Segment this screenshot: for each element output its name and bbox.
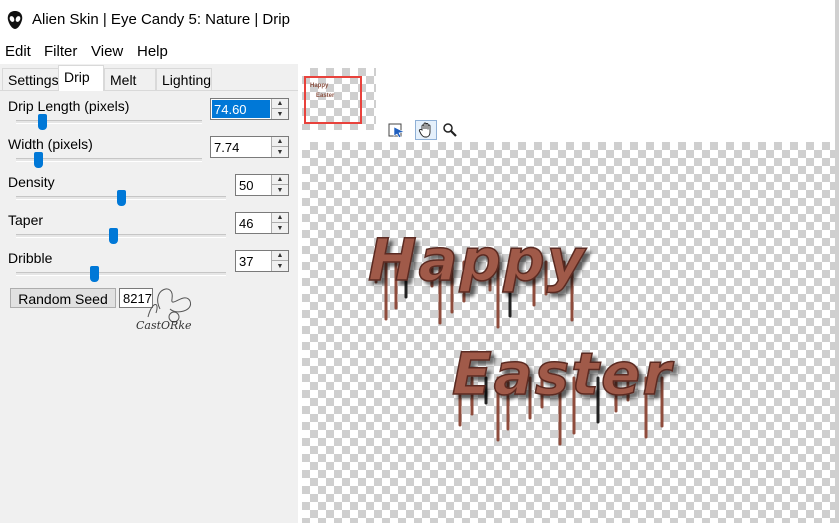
dribble-spinbox[interactable]: ▲ ▼ <box>235 250 289 272</box>
window-right-edge <box>835 0 839 523</box>
dribble-slider-thumb[interactable] <box>89 266 99 282</box>
taper-spinbox[interactable]: ▲ ▼ <box>235 212 289 234</box>
preview-canvas[interactable]: Happy Easter <box>302 142 839 523</box>
width-spinner: ▲ ▼ <box>271 137 288 157</box>
width-label: Width (pixels) <box>8 136 93 152</box>
settings-panel: Settings Drip Melt Lighting Drip Length … <box>0 64 298 523</box>
alien-head-icon <box>7 11 23 29</box>
spin-up-icon[interactable]: ▲ <box>272 99 288 109</box>
tab-strip: Settings Drip Melt Lighting <box>0 64 298 91</box>
tab-melt[interactable]: Melt <box>104 68 156 90</box>
dribble-input[interactable] <box>237 252 270 270</box>
tab-lighting[interactable]: Lighting <box>156 68 212 90</box>
spin-up-icon[interactable]: ▲ <box>272 251 288 261</box>
window-title: Alien Skin | Eye Candy 5: Nature | Drip <box>32 11 290 28</box>
zoom-icon <box>443 123 457 137</box>
dribble-spinner: ▲ ▼ <box>271 251 288 271</box>
spin-up-icon[interactable]: ▲ <box>272 137 288 147</box>
tab-drip[interactable]: Drip <box>58 65 104 91</box>
dribble-slider[interactable] <box>16 266 226 282</box>
preview-word-easter: Easter <box>452 340 674 408</box>
menu-bar: Edit Filter View Help <box>0 40 839 64</box>
spin-down-icon[interactable]: ▼ <box>272 223 288 233</box>
drip-length-label: Drip Length (pixels) <box>8 98 130 114</box>
drip-length-spinner: ▲ ▼ <box>271 99 288 119</box>
hand-pan-icon <box>418 122 431 138</box>
spin-down-icon[interactable]: ▼ <box>272 261 288 271</box>
dribble-label: Dribble <box>8 250 53 266</box>
preview-word-happy: Happy <box>368 226 587 294</box>
navigator-icon <box>388 123 405 138</box>
drip-length-slider[interactable] <box>16 114 202 130</box>
spin-down-icon[interactable]: ▼ <box>272 109 288 119</box>
spin-down-icon[interactable]: ▼ <box>272 147 288 157</box>
tab-settings[interactable]: Settings <box>2 68 59 90</box>
menu-help[interactable]: Help <box>137 43 168 60</box>
density-slider-thumb[interactable] <box>117 190 126 206</box>
zoom-button[interactable] <box>439 120 461 140</box>
width-spinbox[interactable]: ▲ ▼ <box>210 136 289 158</box>
menu-view[interactable]: View <box>91 43 123 60</box>
preview-side: Happy Easter Happy Easter <box>298 64 839 523</box>
density-spinbox[interactable]: ▲ ▼ <box>235 174 289 196</box>
random-seed-button[interactable]: Random Seed <box>10 288 116 308</box>
title-bar: Alien Skin | Eye Candy 5: Nature | Drip <box>0 0 839 40</box>
spin-down-icon[interactable]: ▼ <box>272 185 288 195</box>
taper-slider[interactable] <box>16 228 226 244</box>
spin-up-icon[interactable]: ▲ <box>272 175 288 185</box>
watermark-text: CastORke <box>136 319 192 332</box>
density-input[interactable] <box>237 176 270 194</box>
thumbnail-word-1: Happy <box>310 83 329 89</box>
castorke-signature-watermark: CastORke <box>136 288 192 332</box>
menu-edit[interactable]: Edit <box>5 43 31 60</box>
taper-label: Taper <box>8 212 44 228</box>
taper-spinner: ▲ ▼ <box>271 213 288 233</box>
drip-length-input[interactable] <box>212 100 270 118</box>
density-slider[interactable] <box>16 190 226 206</box>
density-spinner: ▲ ▼ <box>271 175 288 195</box>
width-input[interactable] <box>212 138 270 156</box>
drip-length-spinbox[interactable]: ▲ ▼ <box>210 98 289 120</box>
menu-filter[interactable]: Filter <box>44 43 77 60</box>
preview-artwork: Happy Easter <box>367 225 674 446</box>
width-slider[interactable] <box>16 152 202 168</box>
width-slider-thumb[interactable] <box>34 152 44 168</box>
thumbnail-word-2: Easter <box>316 93 335 99</box>
navigator-button[interactable] <box>386 120 408 140</box>
density-label: Density <box>8 174 55 190</box>
drip-length-slider-thumb[interactable] <box>38 114 48 130</box>
navigator-thumbnail[interactable]: Happy Easter <box>302 68 376 130</box>
taper-slider-thumb[interactable] <box>108 228 118 244</box>
taper-input[interactable] <box>237 214 270 232</box>
hand-pan-button[interactable] <box>415 120 437 140</box>
spin-up-icon[interactable]: ▲ <box>272 213 288 223</box>
